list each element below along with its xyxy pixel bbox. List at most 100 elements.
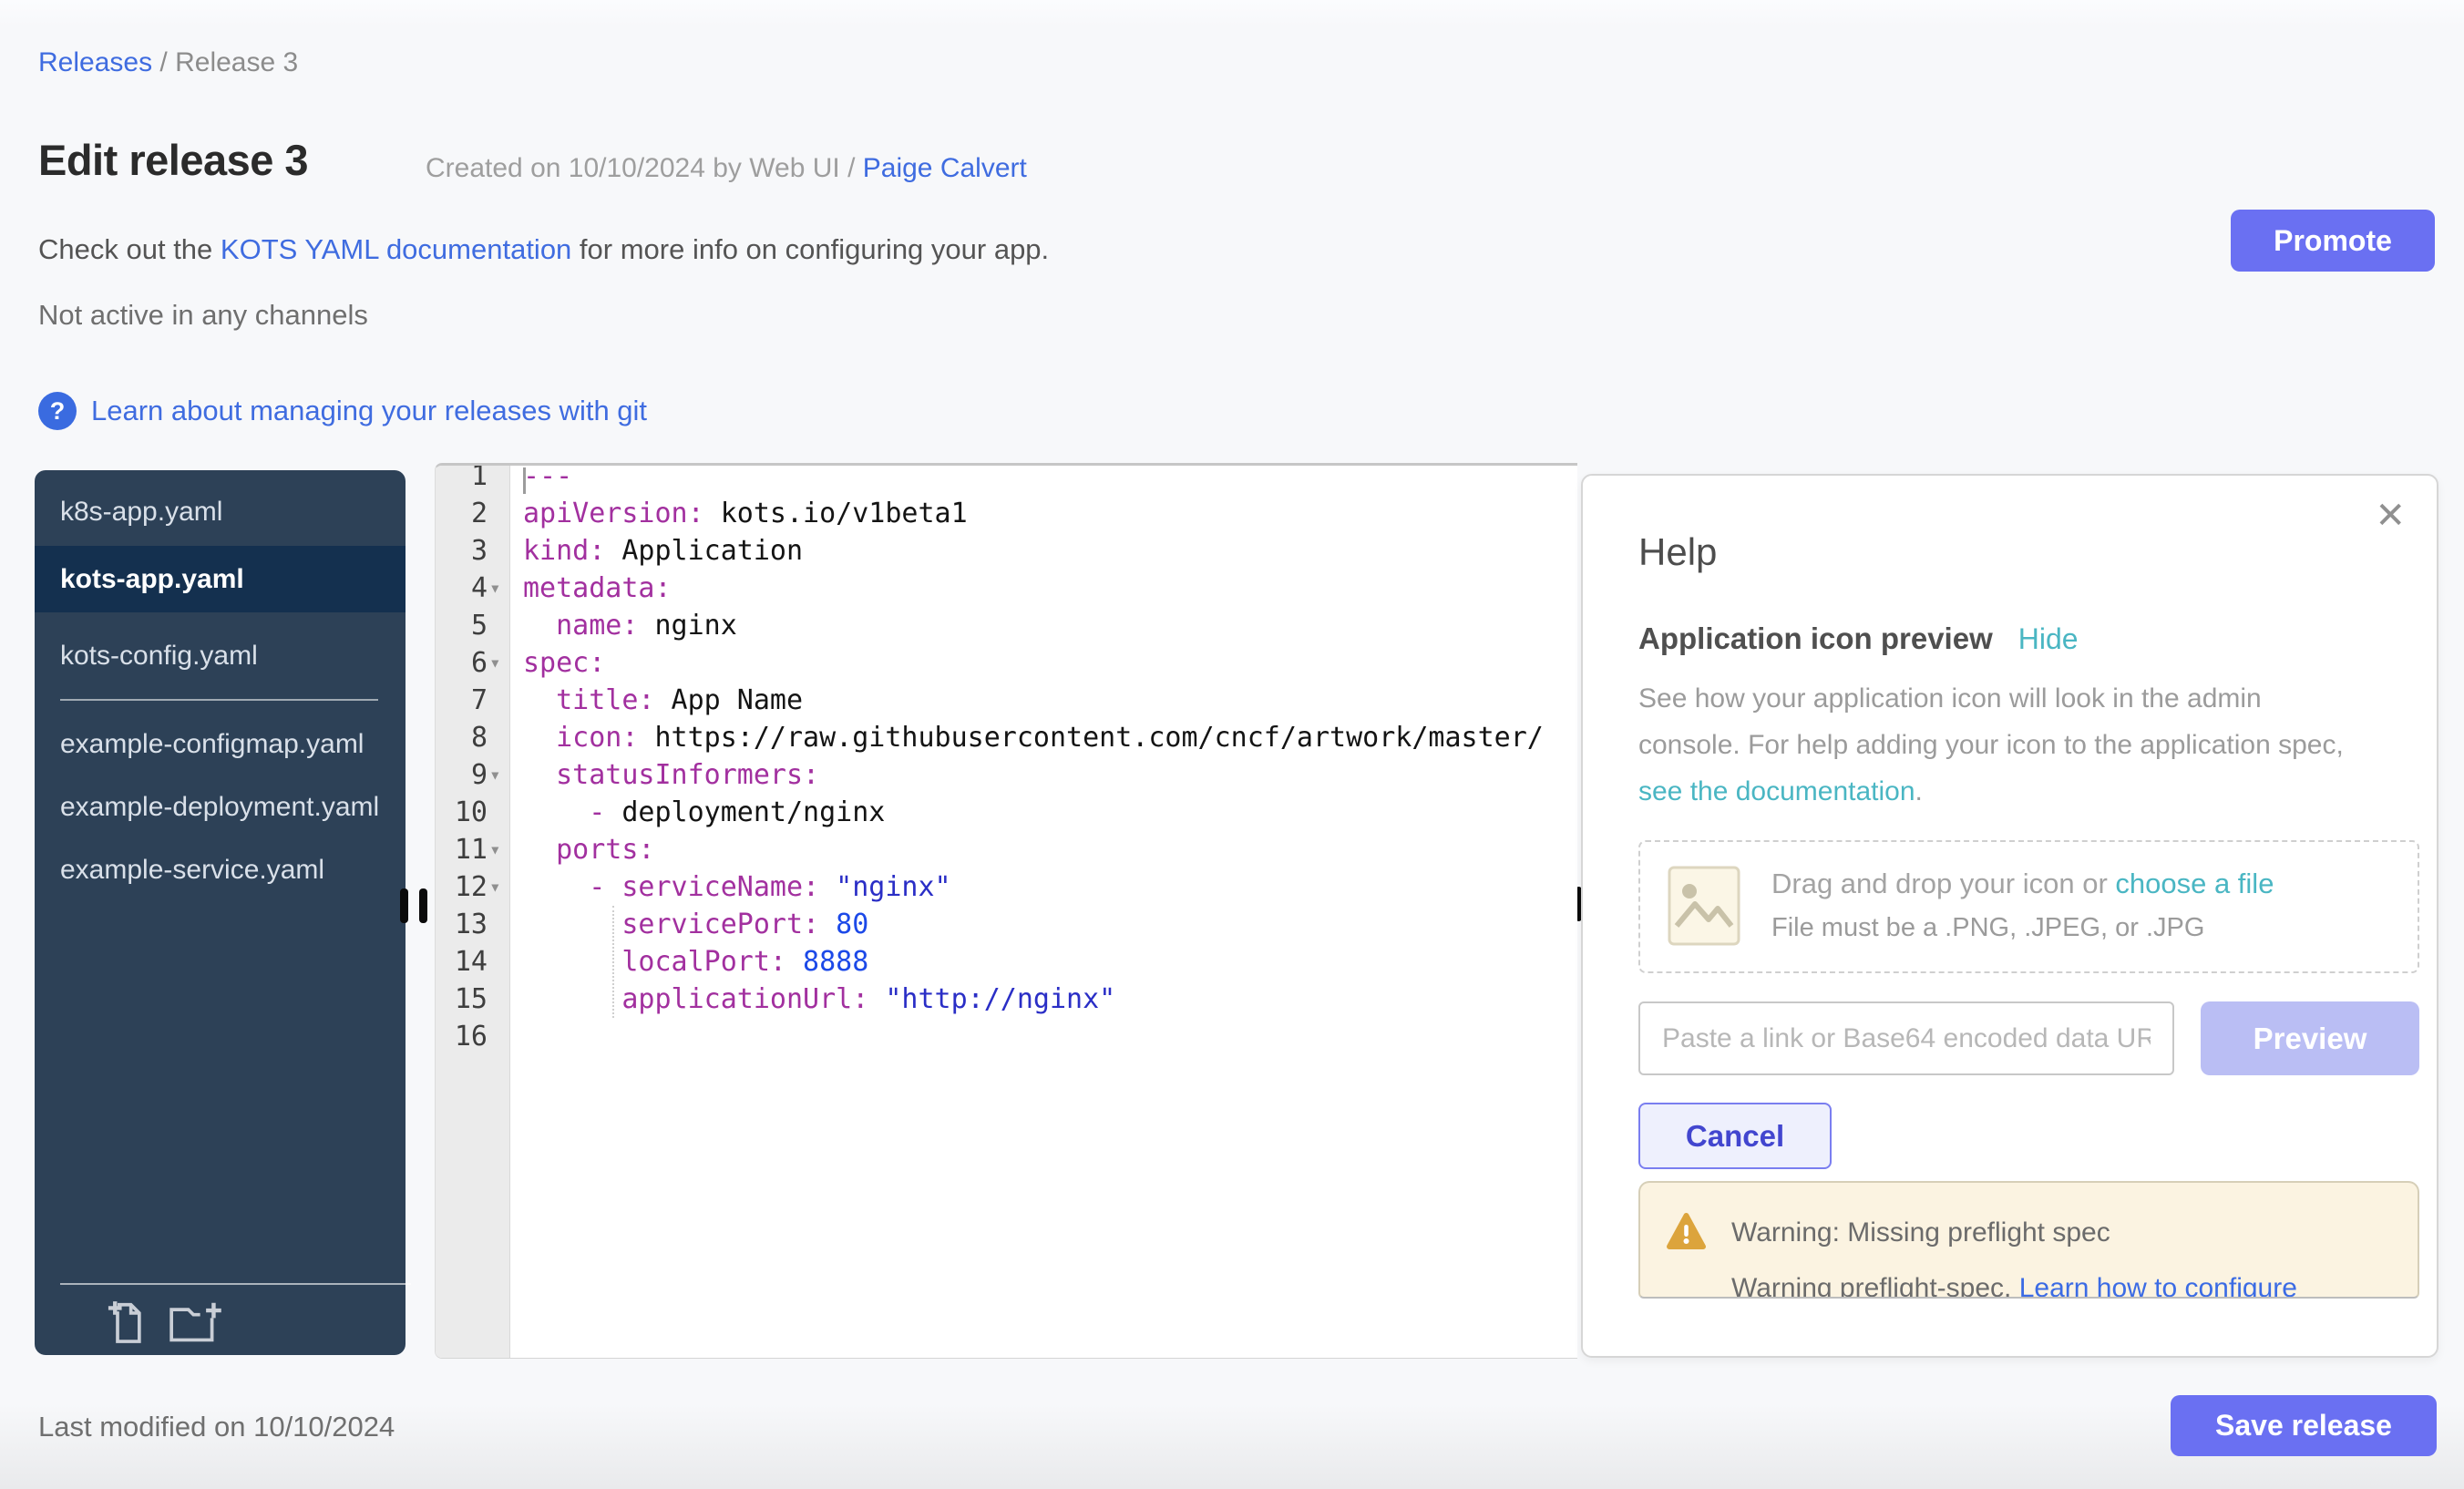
sidebar-file-kots-config.yaml[interactable]: kots-config.yaml — [35, 636, 406, 675]
add-file-icon[interactable] — [108, 1299, 148, 1350]
line-number: 5 — [436, 607, 511, 644]
line-number: 2 — [436, 495, 511, 532]
code-text: icon: https://raw.githubusercontent.com/… — [511, 719, 1544, 756]
warning-triangle-icon — [1666, 1212, 1707, 1255]
choose-file-link[interactable]: choose a file — [2115, 868, 2274, 899]
icon-url-input[interactable] — [1638, 1001, 2174, 1075]
git-help-row: ? Learn about managing your releases wit… — [38, 392, 647, 430]
last-modified-text: Last modified on 10/10/2024 — [38, 1411, 395, 1443]
page-title: Edit release 3 — [38, 135, 308, 185]
fold-arrow-icon[interactable]: ▾ — [489, 831, 513, 868]
file-list: k8s-app.yaml kots-app.yaml kots-config.yam… — [35, 492, 406, 889]
breadcrumb: Releases / Release 3 — [38, 47, 298, 78]
dropzone-filetypes: File must be a .PNG, .JPEG, or .JPG — [1771, 913, 2204, 943]
icon-preview-title: Application icon preview — [1638, 621, 1993, 656]
code-line-12: 12▾ - serviceName: "nginx" — [436, 868, 1577, 906]
line-number: 9▾ — [436, 756, 511, 794]
code-text: kind: Application — [511, 532, 803, 570]
line-number: 8 — [436, 719, 511, 756]
line-number: 10 — [436, 794, 511, 831]
git-releases-link[interactable]: Learn about managing your releases with … — [91, 395, 647, 427]
fold-arrow-icon[interactable]: ▾ — [489, 756, 513, 794]
line-number: 14 — [436, 943, 511, 981]
save-release-button[interactable]: Save release — [2171, 1395, 2437, 1456]
help-description-line2: console. For help adding your icon to th… — [1638, 730, 2344, 761]
channel-status: Not active in any channels — [38, 299, 368, 332]
sidebar-bottom-divider — [60, 1283, 411, 1285]
code-line-16: 16 — [436, 1018, 1577, 1055]
sidebar-file-example-configmap.yaml[interactable]: example-configmap.yaml — [35, 724, 406, 764]
created-by-link[interactable]: Paige Calvert — [863, 153, 1027, 183]
code-text: name: nginx — [511, 607, 737, 644]
line-number: 13 — [436, 906, 511, 943]
code-line-6: 6▾spec: — [436, 644, 1577, 682]
code-line-1: 1--- — [436, 463, 1577, 495]
kots-yaml-doc-link[interactable]: KOTS YAML documentation — [221, 233, 571, 265]
code-line-14: 14 localPort: 8888 — [436, 943, 1577, 981]
line-number: 6▾ — [436, 644, 511, 682]
help-panel-title: Help — [1638, 530, 1717, 574]
line-number: 12▾ — [436, 868, 511, 906]
file-sidebar: k8s-app.yaml kots-app.yaml kots-config.yam… — [35, 470, 406, 1355]
fold-arrow-icon[interactable]: ▾ — [489, 570, 513, 607]
intro-text: Check out the KOTS YAML documentation fo… — [38, 233, 1049, 266]
dropzone-instruction: Drag and drop your icon or choose a file — [1771, 868, 2274, 900]
sidebar-editor-resize-handle[interactable] — [400, 888, 427, 923]
help-description-line1: See how your application icon will look … — [1638, 683, 2262, 714]
code-line-10: 10 - deployment/nginx — [436, 794, 1577, 831]
help-panel: ✕ Help Application icon preview Hide See… — [1581, 474, 2438, 1358]
icon-preview-section-header: Application icon preview Hide — [1638, 621, 2079, 656]
preflight-warning: Warning: Missing preflight spec Warning … — [1638, 1181, 2419, 1299]
code-text: metadata: — [511, 570, 672, 607]
warning-detail: Warning preflight-spec. Learn how to con… — [1731, 1273, 2297, 1299]
sidebar-file-k8s-app.yaml[interactable]: k8s-app.yaml — [35, 492, 406, 531]
fold-arrow-icon[interactable]: ▾ — [489, 644, 513, 682]
line-number: 15 — [436, 981, 511, 1018]
code-line-7: 7 title: App Name — [436, 682, 1577, 719]
code-line-2: 2apiVersion: kots.io/v1beta1 — [436, 495, 1577, 532]
line-number: 1 — [436, 463, 511, 495]
question-circle-icon: ? — [38, 392, 77, 430]
sidebar-file-kots-app.yaml[interactable]: kots-app.yaml — [35, 546, 406, 612]
line-number: 16 — [436, 1018, 511, 1055]
created-info: Created on 10/10/2024 by Web UI / Paige … — [426, 153, 1027, 184]
close-icon[interactable]: ✕ — [2375, 498, 2406, 534]
code-line-9: 9▾ statusInformers: — [436, 756, 1577, 794]
preview-button[interactable]: Preview — [2201, 1001, 2419, 1075]
intro-post: for more info on configuring your app. — [571, 233, 1049, 265]
breadcrumb-releases-link[interactable]: Releases — [38, 47, 152, 77]
desc-period: . — [1915, 776, 1923, 806]
line-number: 7 — [436, 682, 511, 719]
code-text: - deployment/nginx — [511, 794, 885, 831]
yaml-editor[interactable]: 1---2apiVersion: kots.io/v1beta13kind: A… — [435, 463, 1577, 1359]
cancel-button[interactable]: Cancel — [1638, 1103, 1832, 1169]
icon-dropzone[interactable]: Drag and drop your icon or choose a file… — [1638, 840, 2419, 973]
code-line-4: 4▾metadata: — [436, 570, 1577, 607]
line-number: 3 — [436, 532, 511, 570]
code-lines: 1---2apiVersion: kots.io/v1beta13kind: A… — [436, 463, 1577, 1055]
code-text: title: App Name — [511, 682, 803, 719]
promote-button[interactable]: Promote — [2231, 210, 2435, 272]
fold-arrow-icon[interactable]: ▾ — [489, 868, 513, 906]
code-text: ports: — [511, 831, 655, 868]
sidebar-file-example-deployment.yaml[interactable]: example-deployment.yaml — [35, 787, 406, 827]
sidebar-file-example-service.yaml[interactable]: example-service.yaml — [35, 850, 406, 889]
hide-link[interactable]: Hide — [2018, 622, 2079, 656]
learn-configure-link[interactable]: Learn how to configure — [2019, 1273, 2297, 1299]
warning-detail-text: Warning preflight-spec. — [1731, 1273, 2019, 1299]
dropzone-text: Drag and drop your icon or — [1771, 868, 2115, 899]
edit-release-page: Releases / Release 3 Edit release 3 Crea… — [0, 0, 2464, 1489]
help-description-line3: see the documentation. — [1638, 776, 1923, 807]
line-number: 4▾ — [436, 570, 511, 607]
code-line-13: 13 servicePort: 80 — [436, 906, 1577, 943]
code-text: servicePort: 80 — [511, 906, 868, 943]
add-folder-icon[interactable] — [168, 1299, 224, 1350]
file-list-divider — [60, 699, 378, 701]
breadcrumb-separator: / — [152, 47, 175, 77]
code-line-15: 15 applicationUrl: "http://nginx" — [436, 981, 1577, 1018]
code-text: apiVersion: kots.io/v1beta1 — [511, 495, 968, 532]
code-text: applicationUrl: "http://nginx" — [511, 981, 1115, 1018]
code-text — [511, 1018, 523, 1055]
see-documentation-link[interactable]: see the documentation — [1638, 776, 1915, 806]
code-text: localPort: 8888 — [511, 943, 868, 981]
